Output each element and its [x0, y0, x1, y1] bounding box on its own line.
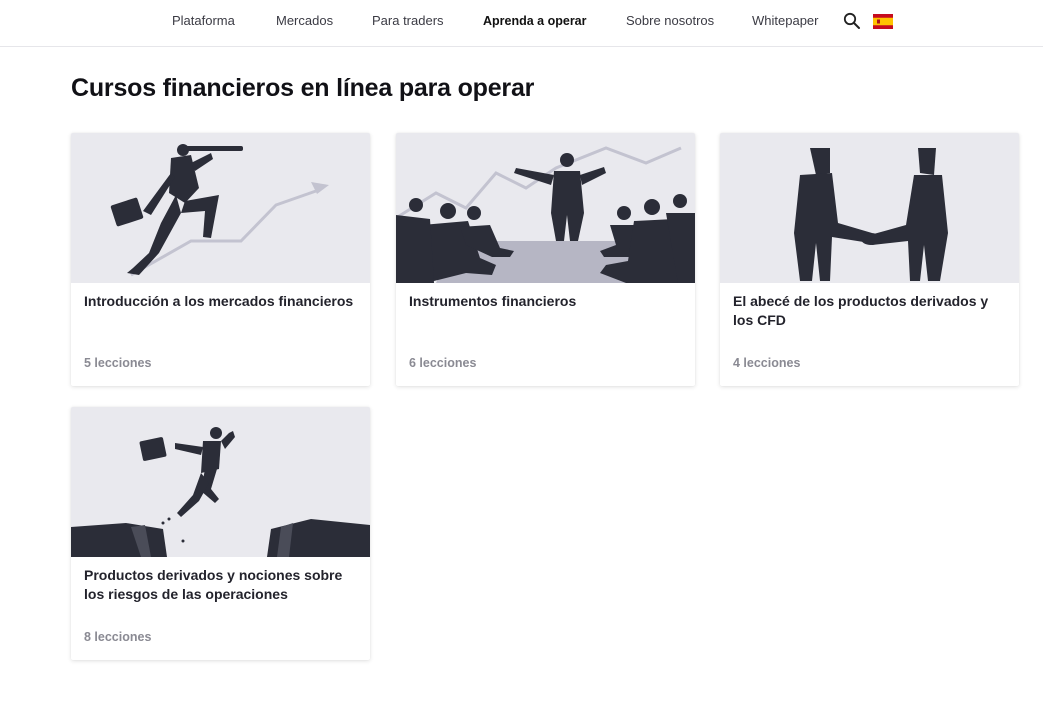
- handshake-icon: [720, 133, 1019, 283]
- nav-item-whitepaper[interactable]: Whitepaper: [752, 13, 818, 28]
- nav-item-sobre-nosotros[interactable]: Sobre nosotros: [626, 13, 714, 28]
- course-title: Introducción a los mercados financieros: [84, 293, 354, 309]
- lesson-count: 5 lecciones: [84, 356, 152, 370]
- course-card[interactable]: Instrumentos financieros 6 lecciones: [396, 133, 695, 386]
- spain-flag-icon[interactable]: [873, 14, 893, 29]
- course-title: Instrumentos financieros: [409, 293, 577, 309]
- search-icon[interactable]: [843, 12, 861, 30]
- lesson-count: 6 lecciones: [409, 356, 477, 370]
- nav-item-aprenda-a-operar[interactable]: Aprenda a operar: [483, 14, 587, 28]
- lesson-count: 8 lecciones: [84, 630, 152, 644]
- businessman-telescope-icon: [71, 133, 370, 283]
- course-title: El abecé de los productos derivados y lo…: [733, 293, 989, 328]
- lesson-count: 4 lecciones: [733, 356, 801, 370]
- nav-item-para-traders[interactable]: Para traders: [372, 13, 444, 28]
- course-title: Productos derivados y nociones sobre los…: [84, 567, 343, 602]
- page-title: Cursos financieros en línea para operar: [71, 74, 535, 102]
- jumping-over-gap-icon: [71, 407, 370, 557]
- nav-item-mercados[interactable]: Mercados: [276, 13, 333, 28]
- course-card[interactable]: El abecé de los productos derivados y lo…: [720, 133, 1019, 386]
- nav-item-plataforma[interactable]: Plataforma: [172, 13, 235, 28]
- course-card[interactable]: Introducción a los mercados financieros …: [71, 133, 370, 386]
- course-card[interactable]: Productos derivados y nociones sobre los…: [71, 407, 370, 660]
- meeting-presentation-icon: [396, 133, 695, 283]
- top-navigation: Plataforma Mercados Para traders Aprenda…: [0, 0, 1043, 47]
